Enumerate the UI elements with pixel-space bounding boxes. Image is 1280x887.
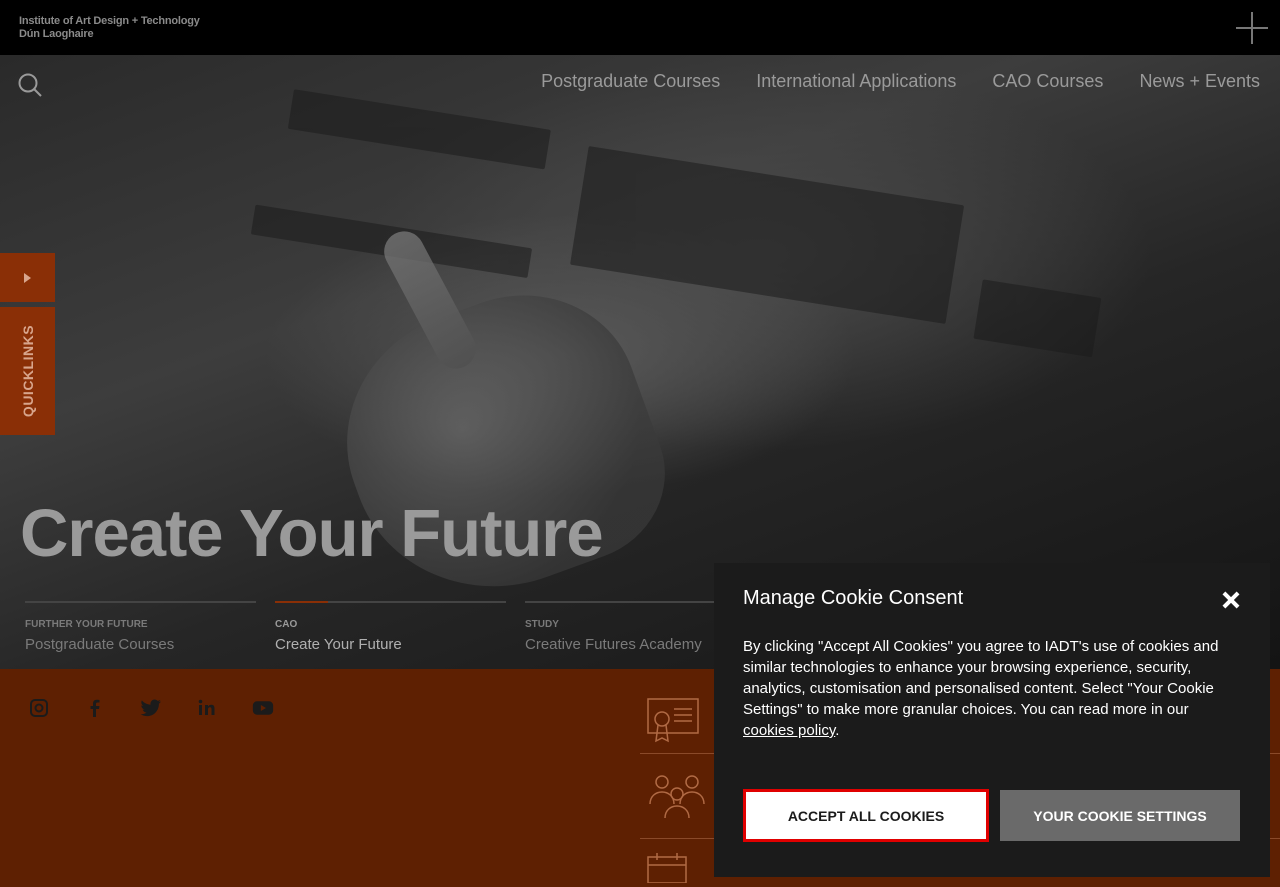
logo-line1: Institute of Art Design + Technology bbox=[19, 15, 200, 27]
slide-title: Create Your Future bbox=[275, 636, 402, 653]
accept-all-cookies-button[interactable]: ACCEPT ALL COOKIES bbox=[743, 789, 989, 842]
instagram-icon[interactable] bbox=[28, 697, 50, 719]
close-icon[interactable] bbox=[1222, 591, 1240, 609]
slide-postgraduate[interactable]: FURTHER YOUR FUTURE Postgraduate Courses bbox=[25, 601, 256, 653]
hero-slides: FURTHER YOUR FUTURE Postgraduate Courses… bbox=[25, 601, 756, 653]
calendar-icon bbox=[647, 853, 687, 883]
quicklinks-label: QUICKLINKS bbox=[19, 324, 36, 418]
quicklinks-toggle-button[interactable] bbox=[0, 253, 55, 302]
cookie-settings-button[interactable]: YOUR COOKIE SETTINGS bbox=[1000, 790, 1240, 841]
twitter-icon[interactable] bbox=[140, 697, 162, 719]
slide-category: CAO bbox=[275, 619, 298, 630]
nav-link-cao-courses[interactable]: CAO Courses bbox=[992, 71, 1103, 92]
facebook-icon[interactable] bbox=[84, 697, 106, 719]
cookies-policy-link[interactable]: cookies policy bbox=[743, 722, 835, 739]
top-bar: Institute of Art Design + Technology Dún… bbox=[0, 0, 1280, 55]
nav-link-news-events[interactable]: News + Events bbox=[1139, 71, 1260, 92]
cookie-body-text: By clicking "Accept All Cookies" you agr… bbox=[743, 638, 1219, 718]
menu-plus-icon[interactable] bbox=[1236, 12, 1268, 44]
nav-links: Postgraduate Courses International Appli… bbox=[541, 71, 1260, 92]
hero-background-image bbox=[129, 55, 1272, 539]
youtube-icon[interactable] bbox=[252, 697, 274, 719]
slide-category: FURTHER YOUR FUTURE bbox=[25, 619, 148, 630]
cookie-modal-title: Manage Cookie Consent bbox=[743, 587, 964, 609]
slide-cao[interactable]: CAO Create Your Future bbox=[275, 601, 506, 653]
main-nav: Postgraduate Courses International Appli… bbox=[0, 55, 1280, 115]
certificate-icon bbox=[647, 698, 699, 743]
cookie-body-end: . bbox=[835, 722, 840, 739]
slide-title: Postgraduate Courses bbox=[25, 636, 175, 653]
nav-link-postgraduate-courses[interactable]: Postgraduate Courses bbox=[541, 71, 720, 92]
cookie-modal-body: By clicking "Accept All Cookies" you agr… bbox=[743, 636, 1241, 741]
quicklinks-tab[interactable]: QUICKLINKS bbox=[0, 307, 55, 435]
nav-link-international-applications[interactable]: International Applications bbox=[756, 71, 956, 92]
hero-title: Create Your Future bbox=[20, 496, 604, 571]
linkedin-icon[interactable] bbox=[196, 697, 218, 719]
logo-line2: Dún Laoghaire bbox=[19, 28, 94, 40]
search-icon[interactable] bbox=[17, 72, 43, 98]
people-group-icon bbox=[649, 775, 705, 819]
cookie-consent-modal: Manage Cookie Consent By clicking "Accep… bbox=[714, 563, 1270, 877]
social-links bbox=[28, 697, 274, 719]
site-logo[interactable]: Institute of Art Design + Technology Dún… bbox=[19, 15, 200, 41]
